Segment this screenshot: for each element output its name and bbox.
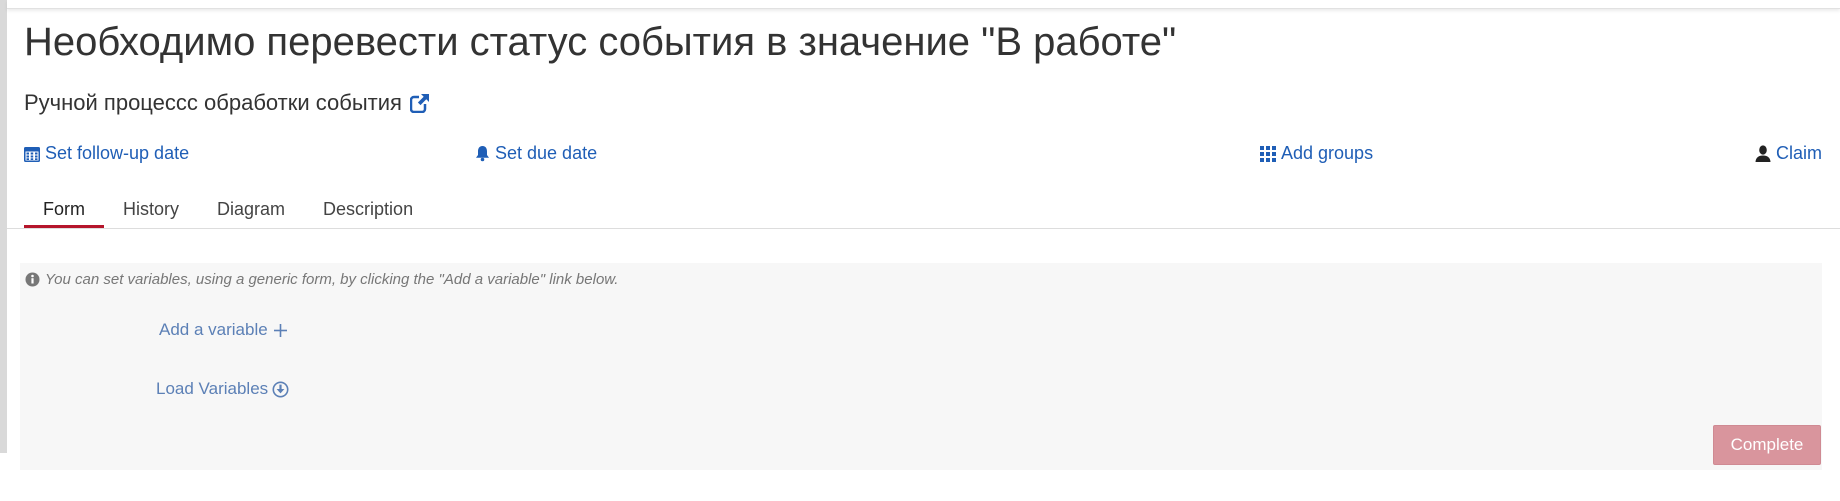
task-view: Необходимо перевести статус события в зн… [0, 0, 1840, 501]
claim-link[interactable]: Claim [1755, 143, 1822, 164]
calendar-icon [24, 146, 40, 162]
complete-button[interactable]: Complete [1713, 425, 1821, 465]
tab-history[interactable]: History [104, 198, 198, 228]
add-groups-link[interactable]: Add groups [1260, 143, 1373, 164]
set-due-date-link[interactable]: Set due date [475, 143, 597, 164]
task-tabs: Form History Diagram Description [24, 198, 432, 230]
due-date-label: Set due date [495, 143, 598, 163]
info-circle-icon [25, 272, 40, 287]
add-variable-label: Add a variable [159, 320, 268, 339]
add-variable-link[interactable]: Add a variable [159, 320, 287, 340]
claim-label: Claim [1776, 143, 1823, 163]
load-variables-link[interactable]: Load Variables [156, 379, 289, 399]
tab-description[interactable]: Description [304, 198, 432, 228]
set-follow-up-date-link[interactable]: Set follow-up date [24, 143, 189, 164]
tab-diagram[interactable]: Diagram [198, 198, 304, 228]
bell-icon [475, 145, 490, 162]
follow-up-label: Set follow-up date [45, 143, 190, 163]
process-name: Ручной процессс обработки события [24, 90, 402, 115]
user-icon [1755, 145, 1771, 162]
load-variables-label: Load Variables [156, 379, 269, 398]
task-title: Необходимо перевести статус события в зн… [24, 20, 1177, 64]
top-bar-edge [7, 0, 1840, 9]
plus-icon [273, 323, 287, 337]
generic-form-panel: You can set variables, using a generic f… [20, 263, 1822, 470]
add-groups-label: Add groups [1281, 143, 1374, 163]
download-circle-icon [272, 381, 289, 398]
tab-form[interactable]: Form [24, 198, 104, 228]
external-link-icon[interactable] [409, 93, 430, 113]
process-definition: Ручной процессс обработки события [24, 90, 430, 116]
form-hint-text: You can set variables, using a generic f… [45, 271, 619, 288]
left-panel-edge [0, 0, 7, 453]
form-hint: You can set variables, using a generic f… [25, 271, 618, 288]
grid-icon [1260, 145, 1276, 162]
